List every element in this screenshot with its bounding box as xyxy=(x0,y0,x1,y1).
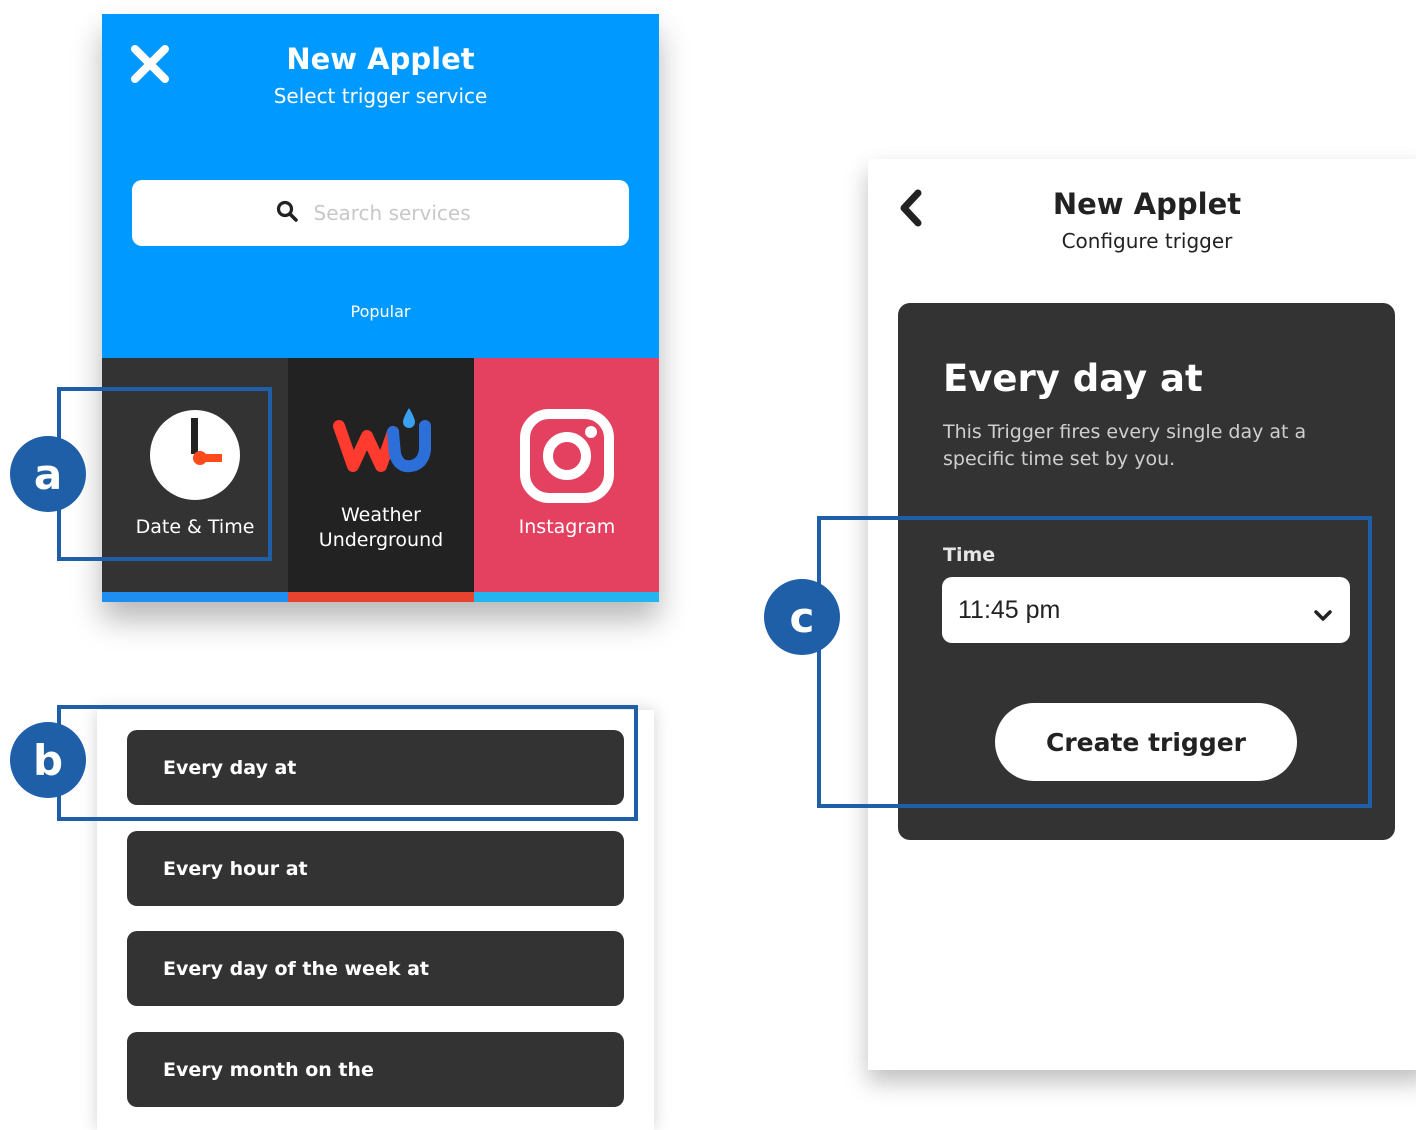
service-tile-weather-underground[interactable]: Weather Underground xyxy=(288,358,474,602)
service-label: Instagram xyxy=(518,516,616,538)
search-input[interactable] xyxy=(311,200,486,226)
page-subtitle: Select trigger service xyxy=(273,84,488,108)
trigger-option-every-hour-at[interactable]: Every hour at xyxy=(127,831,624,906)
service-tile-date-time[interactable]: Date & Time xyxy=(102,358,288,602)
time-select[interactable]: 11:45 pm xyxy=(942,577,1350,643)
page-subtitle: Configure trigger xyxy=(1061,229,1233,253)
service-accent-bar xyxy=(474,592,659,602)
search-icon xyxy=(276,200,298,226)
trigger-description: This Trigger fires every single day at a… xyxy=(943,421,1307,470)
annotation-badge-a: a xyxy=(10,436,86,512)
section-label-popular: Popular xyxy=(350,302,411,321)
time-field-label: Time xyxy=(943,544,996,566)
clock-icon xyxy=(150,410,240,504)
chevron-down-icon xyxy=(1314,601,1332,630)
search-box[interactable] xyxy=(132,180,629,246)
time-select-value: 11:45 pm xyxy=(958,595,1061,624)
select-trigger-service-screen: New Applet Select trigger service Popula… xyxy=(102,14,659,602)
service-label: Date & Time xyxy=(135,516,255,538)
service-label: Weather Underground xyxy=(318,504,444,551)
create-trigger-button[interactable]: Create trigger xyxy=(995,703,1297,781)
annotation-badge-c: c xyxy=(764,579,840,655)
service-accent-bar xyxy=(102,592,288,602)
service-accent-bar xyxy=(288,592,474,602)
instagram-icon xyxy=(519,408,615,508)
page-title: New Applet xyxy=(1052,187,1242,221)
trigger-option-every-day-at[interactable]: Every day at xyxy=(127,730,624,805)
configure-trigger-screen: New Applet Configure trigger Every day a… xyxy=(868,159,1416,1070)
trigger-config-card: Every day at This Trigger fires every si… xyxy=(898,303,1395,840)
trigger-option-every-day-of-week-at[interactable]: Every day of the week at xyxy=(127,931,624,1006)
weather-underground-logo xyxy=(333,404,433,478)
page-title: New Applet xyxy=(286,42,475,76)
trigger-list-screen: Every day at Every hour at Every day of … xyxy=(97,710,654,1130)
service-tile-instagram[interactable]: Instagram xyxy=(474,358,659,602)
trigger-heading: Every day at xyxy=(943,357,1203,400)
trigger-option-every-month-on-the[interactable]: Every month on the xyxy=(127,1032,624,1107)
annotation-badge-b: b xyxy=(10,722,86,798)
